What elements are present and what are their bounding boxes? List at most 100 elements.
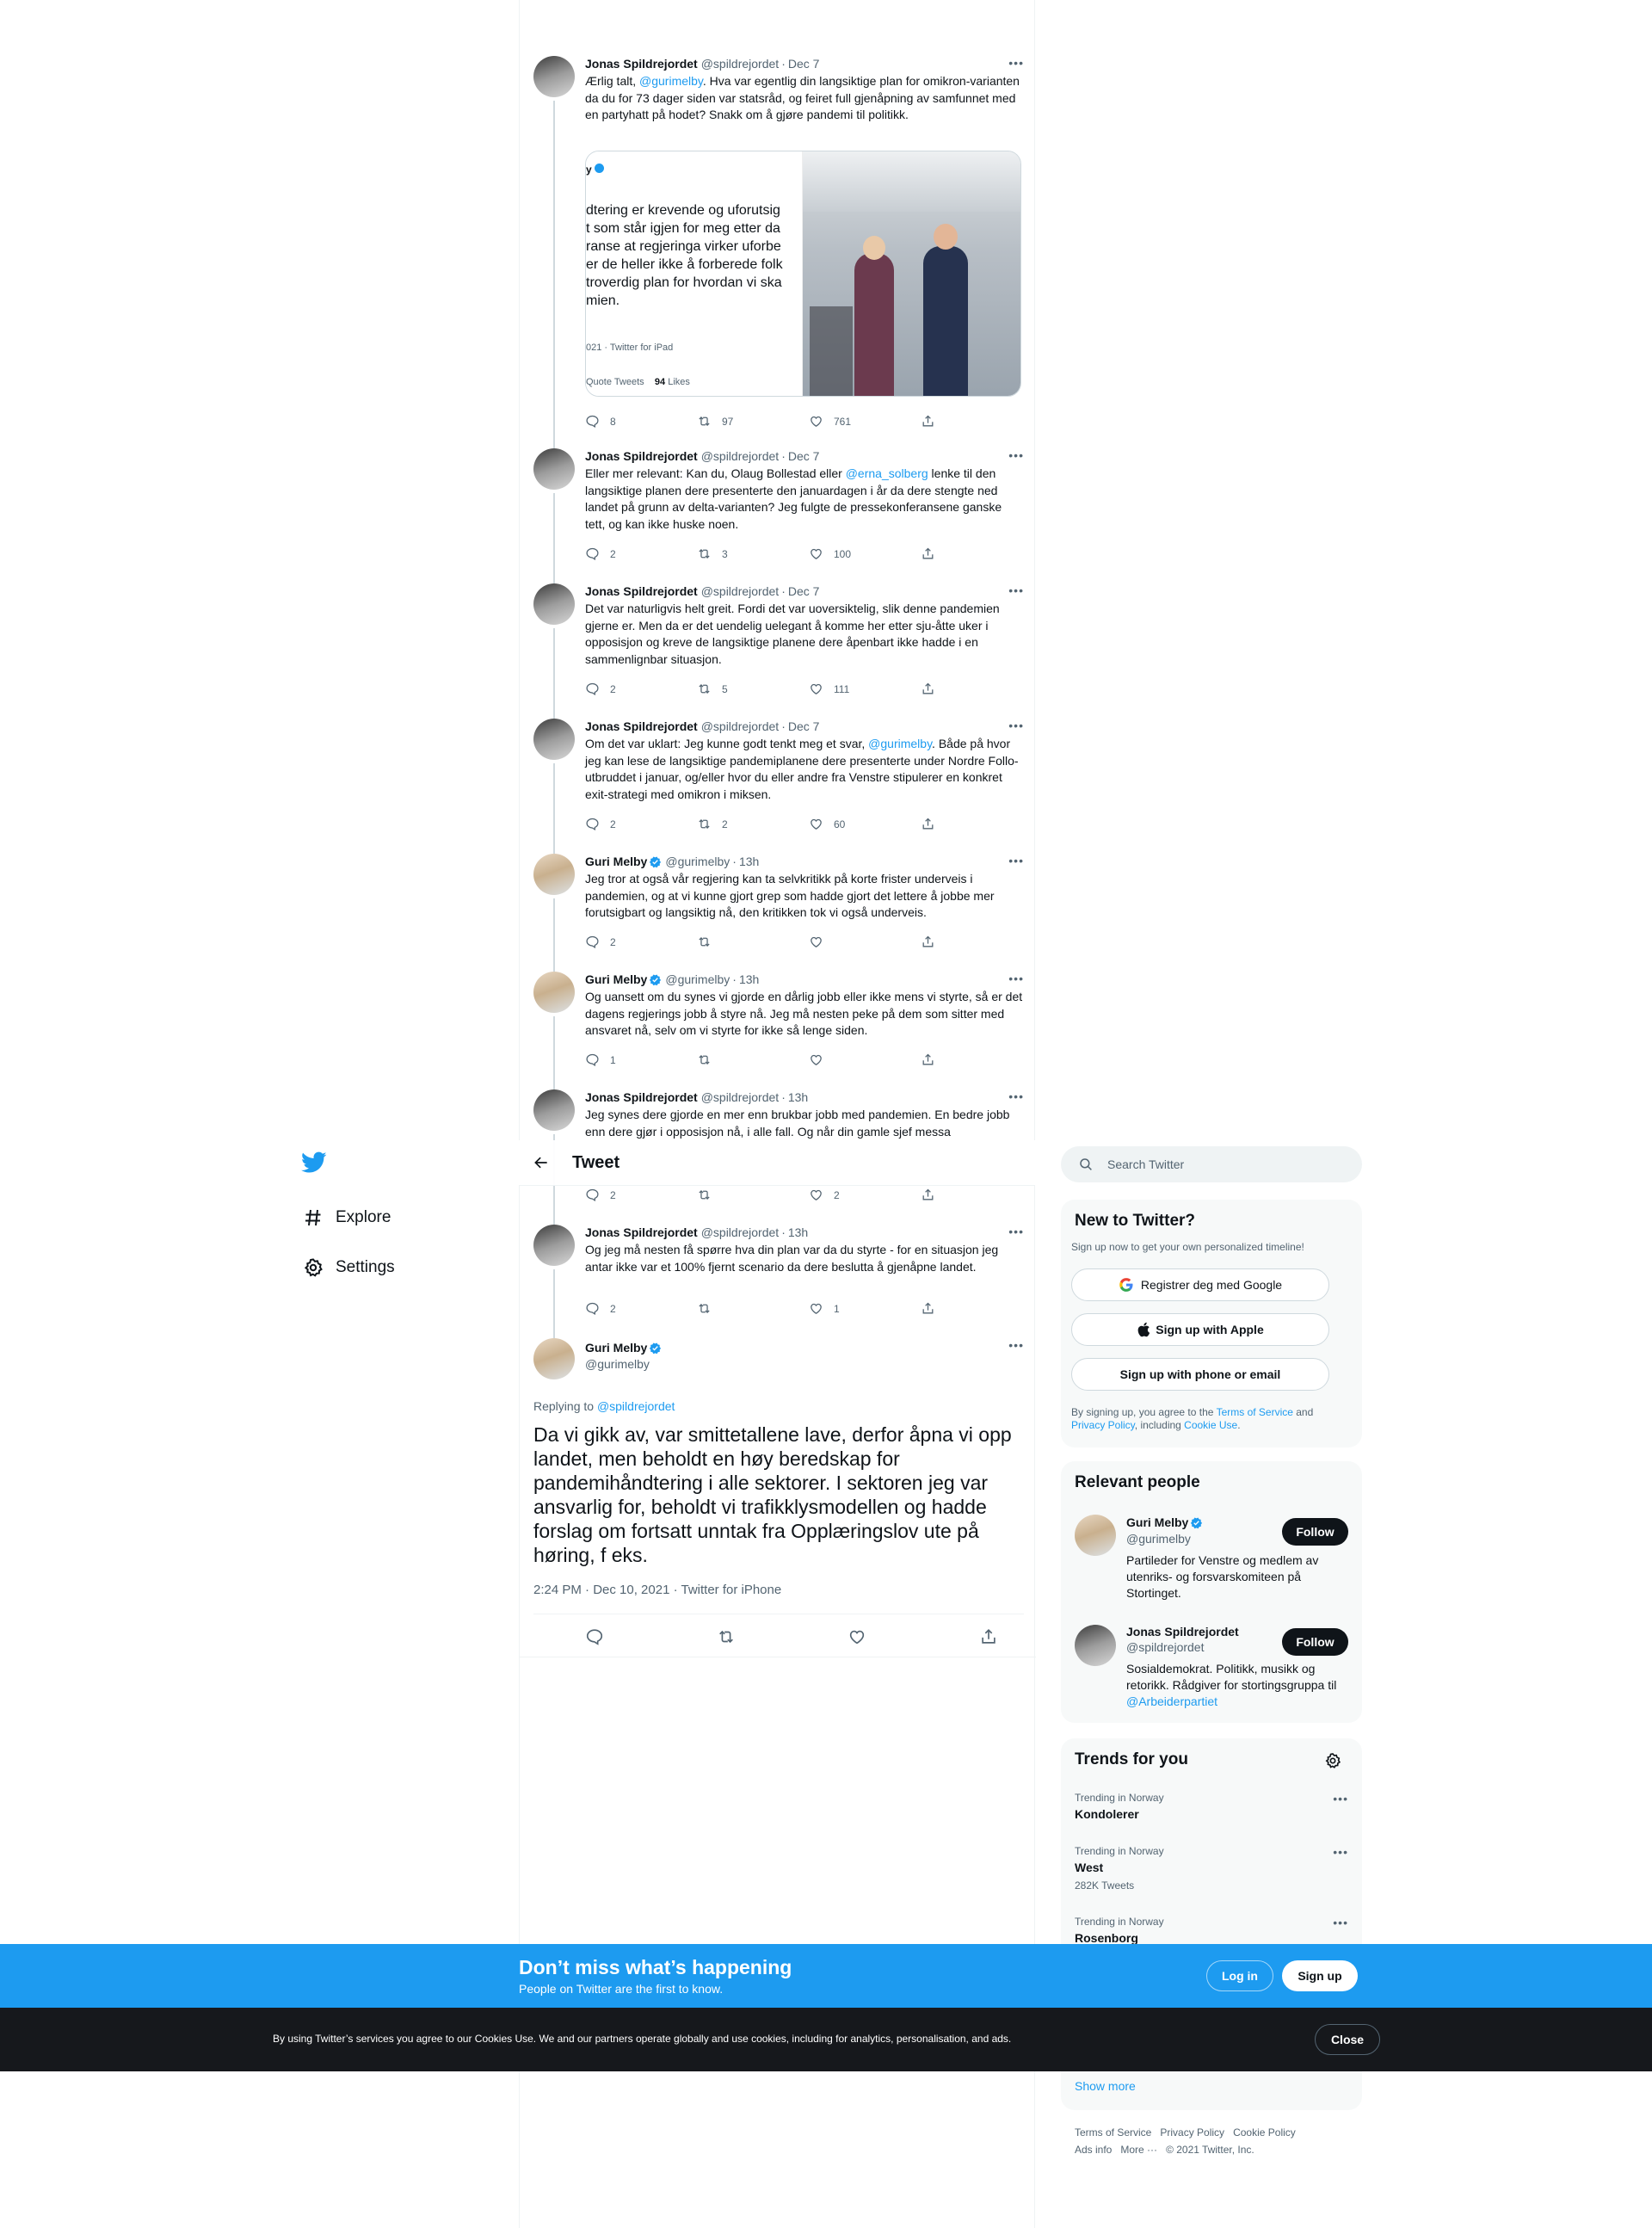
- apple-signup-button[interactable]: Sign up with Apple: [1071, 1313, 1329, 1346]
- more-icon[interactable]: •••: [1333, 1916, 1348, 1929]
- tweet[interactable]: Jonas Spildrejordet @spildrejordet · Dec 7 …: [533, 448, 1024, 583]
- show-more-link[interactable]: Show more: [1075, 2079, 1136, 2093]
- more-icon[interactable]: •••: [1008, 448, 1024, 462]
- footer-link[interactable]: Terms of Service: [1075, 2126, 1151, 2139]
- share-button[interactable]: [921, 414, 1032, 429]
- more-icon[interactable]: •••: [1008, 583, 1024, 597]
- retweet-button[interactable]: [697, 1301, 809, 1316]
- retweet-button[interactable]: 3: [697, 546, 809, 561]
- author-name[interactable]: Jonas Spildrejordet: [585, 56, 698, 71]
- author-handle[interactable]: @gurimelby: [665, 972, 730, 987]
- author-name[interactable]: Jonas Spildrejordet: [585, 1225, 698, 1240]
- reply-button[interactable]: 1: [585, 1052, 697, 1067]
- trend-item[interactable]: Trending in Norway Rosenborg •••: [1075, 1916, 1348, 1945]
- tweet[interactable]: Jonas Spildrejordet @spildrejordet · Dec 7 …: [533, 719, 1024, 854]
- retweet-button[interactable]: [697, 1052, 809, 1067]
- more-icon[interactable]: •••: [1008, 854, 1024, 867]
- search-input[interactable]: Search Twitter: [1107, 1157, 1184, 1171]
- author-handle[interactable]: @spildrejordet: [701, 583, 779, 599]
- retweet-button[interactable]: 2: [697, 817, 809, 831]
- footer-link[interactable]: Privacy Policy: [1160, 2126, 1224, 2139]
- tweet-time[interactable]: Dec 7: [788, 583, 820, 599]
- share-icon[interactable]: [979, 1627, 998, 1651]
- author-name[interactable]: Jonas Spildrejordet: [585, 583, 698, 599]
- signup-button[interactable]: Sign up: [1282, 1960, 1358, 1991]
- share-button[interactable]: [921, 817, 1032, 831]
- mention-link[interactable]: @erna_solberg: [846, 466, 928, 480]
- retweet-button[interactable]: 5: [697, 682, 809, 696]
- nav-explore[interactable]: Explore: [293, 1193, 499, 1243]
- tweet[interactable]: Jonas Spildrejordet @spildrejordet · Dec 7 …: [533, 56, 1024, 448]
- like-button[interactable]: 60: [809, 817, 921, 831]
- cookie-link[interactable]: Cookie Use: [1184, 1419, 1237, 1431]
- login-button[interactable]: Log in: [1206, 1960, 1273, 1991]
- share-button[interactable]: [921, 1188, 1032, 1202]
- footer-link[interactable]: Ads info: [1075, 2144, 1112, 2156]
- reply-button[interactable]: 2: [585, 682, 697, 696]
- author-handle[interactable]: @spildrejordet: [701, 448, 779, 464]
- close-button[interactable]: Close: [1315, 2024, 1380, 2055]
- more-icon[interactable]: •••: [1333, 1792, 1348, 1805]
- person-name[interactable]: Guri Melby: [1126, 1515, 1188, 1530]
- tweet-time[interactable]: 13h: [788, 1089, 808, 1105]
- like-button[interactable]: 2: [809, 1188, 921, 1202]
- share-button[interactable]: [921, 1052, 1032, 1067]
- footer-link[interactable]: More ···: [1120, 2144, 1157, 2156]
- like-button[interactable]: [809, 935, 921, 949]
- author-name[interactable]: Jonas Spildrejordet: [585, 1089, 698, 1105]
- author-handle[interactable]: @spildrejordet: [701, 1089, 779, 1105]
- retweet-button[interactable]: [697, 1188, 809, 1202]
- avatar[interactable]: [1075, 1515, 1116, 1556]
- avatar[interactable]: [533, 1089, 575, 1131]
- tweet-time[interactable]: 13h: [788, 1225, 808, 1240]
- footer-link[interactable]: Cookie Policy: [1233, 2126, 1296, 2139]
- reply-icon[interactable]: [585, 1627, 604, 1651]
- avatar[interactable]: [533, 56, 575, 97]
- tweet[interactable]: Guri Melby @gurimelby · 13h ••• Og uansett …: [533, 972, 1024, 1089]
- more-icon[interactable]: •••: [1008, 56, 1024, 70]
- tweet-time[interactable]: 13h: [739, 972, 759, 987]
- author-name[interactable]: Jonas Spildrejordet: [585, 448, 698, 464]
- mention-link[interactable]: @gurimelby: [639, 74, 703, 88]
- replying-link[interactable]: @spildrejordet: [597, 1399, 675, 1413]
- privacy-link[interactable]: Privacy Policy: [1071, 1419, 1135, 1431]
- more-icon[interactable]: •••: [1008, 1089, 1024, 1103]
- retweet-icon[interactable]: [717, 1627, 736, 1651]
- author-name[interactable]: Guri Melby: [585, 1340, 647, 1355]
- bio-link[interactable]: @Arbeiderpartiet: [1126, 1694, 1217, 1708]
- author-name[interactable]: Jonas Spildrejordet: [585, 719, 698, 734]
- follow-button[interactable]: Follow: [1282, 1628, 1348, 1656]
- like-button[interactable]: [809, 1052, 921, 1067]
- tweet[interactable]: Jonas Spildrejordet @spildrejordet · Dec 7 …: [533, 583, 1024, 719]
- search-box[interactable]: Search Twitter: [1061, 1146, 1362, 1182]
- avatar[interactable]: [533, 448, 575, 490]
- trend-item[interactable]: Trending in Norway Kondolerer •••: [1075, 1792, 1348, 1821]
- share-button[interactable]: [921, 1301, 1032, 1316]
- more-icon[interactable]: •••: [1333, 1845, 1348, 1859]
- avatar[interactable]: [533, 972, 575, 1013]
- more-icon[interactable]: •••: [1008, 1338, 1024, 1352]
- retweet-button[interactable]: [697, 935, 809, 949]
- avatar[interactable]: [533, 854, 575, 895]
- like-button[interactable]: 111: [809, 682, 921, 696]
- mention-link[interactable]: @gurimelby: [868, 737, 932, 750]
- author-handle[interactable]: @gurimelby: [665, 854, 730, 869]
- phone-signup-button[interactable]: Sign up with phone or email: [1071, 1358, 1329, 1391]
- tweet-time[interactable]: Dec 7: [788, 56, 820, 71]
- avatar[interactable]: [533, 1338, 575, 1379]
- tweet-time[interactable]: Dec 7: [788, 448, 820, 464]
- avatar[interactable]: [533, 583, 575, 625]
- terms-link[interactable]: Terms of Service: [1217, 1406, 1293, 1418]
- author-handle[interactable]: @spildrejordet: [701, 1225, 779, 1240]
- gear-icon[interactable]: [1324, 1752, 1341, 1774]
- author-handle[interactable]: @spildrejordet: [701, 56, 779, 71]
- timestamp[interactable]: 2:24 PM · Dec 10, 2021 · Twitter for iPh…: [533, 1583, 781, 1597]
- tweet-time[interactable]: Dec 7: [788, 719, 820, 734]
- avatar[interactable]: [1075, 1625, 1116, 1666]
- more-icon[interactable]: •••: [1008, 719, 1024, 732]
- google-signup-button[interactable]: Registrer deg med Google: [1071, 1268, 1329, 1301]
- reply-button[interactable]: 2: [585, 817, 697, 831]
- avatar[interactable]: [533, 719, 575, 760]
- author-handle[interactable]: @spildrejordet: [701, 719, 779, 734]
- nav-settings[interactable]: Settings: [293, 1243, 499, 1293]
